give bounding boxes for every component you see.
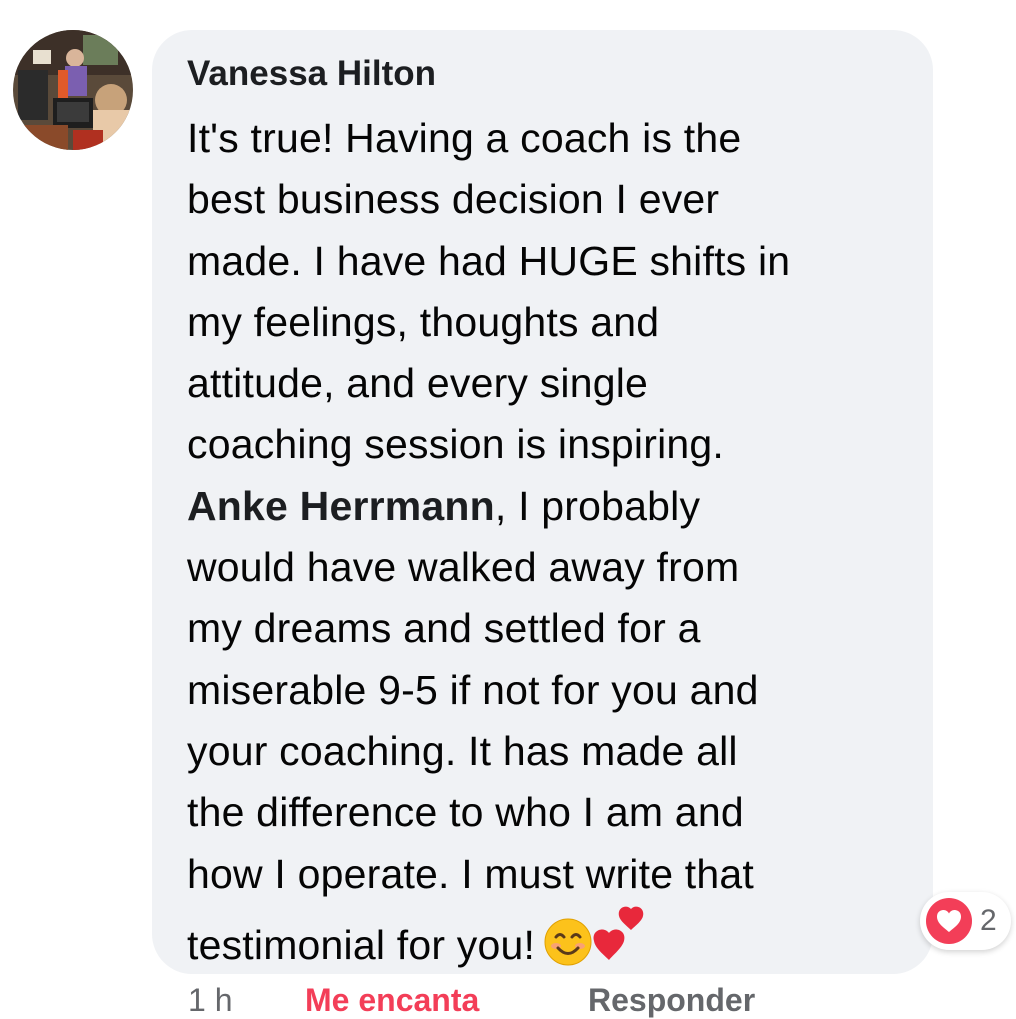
reply-button[interactable]: Responder [588, 982, 755, 1019]
avatar-photo [13, 30, 133, 150]
avatar[interactable] [13, 30, 133, 150]
comment-line: the difference to who I am and [187, 789, 744, 836]
mention-suffix: , I probably [494, 482, 701, 529]
comment-line: would have walked away from [187, 544, 740, 591]
comment-line: made. I have had HUGE shifts in [187, 237, 791, 284]
comment-line-last: testimonial for you! [187, 905, 917, 976]
love-reaction-icon [926, 898, 972, 944]
comment-line: attitude, and every single [187, 360, 649, 407]
comment-text: It's true! Having a coach is the best bu… [187, 108, 917, 976]
comment-line: my feelings, thoughts and [187, 298, 660, 345]
comment-line: my dreams and settled for a [187, 605, 701, 652]
comment-timestamp[interactable]: 1 h [188, 982, 232, 1019]
mention-link[interactable]: Anke Herrmann [187, 483, 495, 529]
react-button[interactable]: Me encanta [305, 982, 479, 1019]
comment-line: your coaching. It has made all [187, 727, 738, 774]
two-hearts-emoji [593, 906, 644, 960]
comment-line: coaching session is inspiring. [187, 421, 724, 468]
comment-line: how I operate. I must write that [187, 850, 754, 897]
comment-line: best business decision I ever [187, 176, 720, 223]
smiling-face-emoji [544, 918, 592, 966]
comment-bubble: Vanessa Hilton It's true! Having a coach… [152, 30, 933, 974]
comment-row: Vanessa Hilton It's true! Having a coach… [0, 0, 1016, 1018]
reactions-summary[interactable]: 2 [920, 892, 1011, 950]
comment-line: It's true! Having a coach is the [187, 115, 742, 161]
comment-author[interactable]: Vanessa Hilton [187, 54, 436, 94]
reaction-count: 2 [980, 904, 997, 937]
comment-line-mention: Anke Herrmann, I probably [187, 476, 917, 537]
comment-last-text: testimonial for you! [187, 921, 536, 968]
comment-line: miserable 9-5 if not for you and [187, 666, 759, 713]
